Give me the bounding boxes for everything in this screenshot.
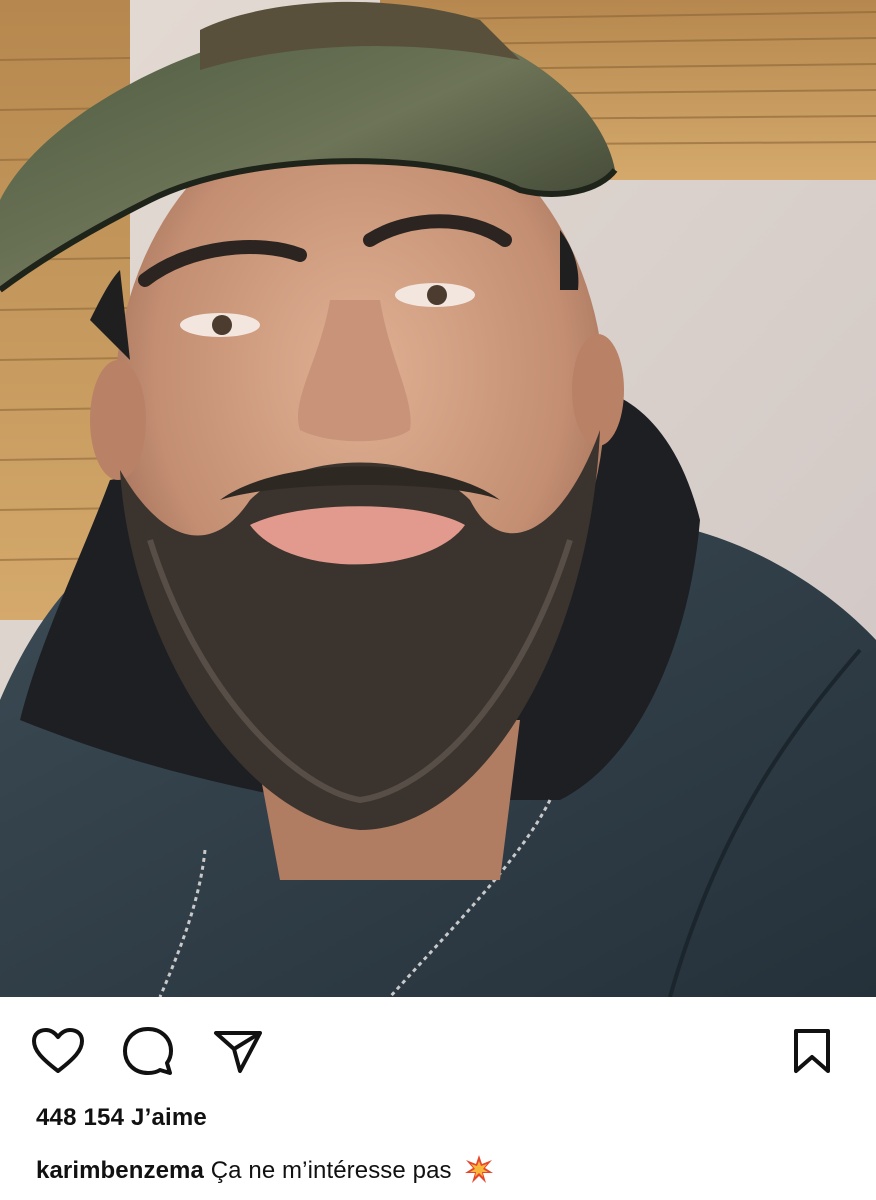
caption-text: Ça ne m’intéresse pas bbox=[210, 1157, 452, 1184]
post-photo-illustration bbox=[0, 0, 876, 997]
paper-plane-icon[interactable] bbox=[210, 1023, 266, 1079]
heart-icon-svg bbox=[32, 1028, 84, 1073]
likes-count: 448 154 bbox=[36, 1104, 125, 1131]
likes-count-line[interactable]: 448 154 J’aime bbox=[36, 1104, 207, 1132]
collision-emoji-icon bbox=[464, 1154, 494, 1191]
post-caption: karimbenzema Ça ne m’intéresse pas bbox=[36, 1154, 494, 1191]
comment-bubble-icon[interactable] bbox=[120, 1023, 176, 1079]
caption-username[interactable]: karimbenzema bbox=[36, 1157, 204, 1184]
likes-label: J’aime bbox=[131, 1104, 207, 1131]
comment-bubble-icon-svg bbox=[123, 1027, 173, 1075]
post-photo[interactable] bbox=[0, 0, 876, 997]
paper-plane-icon-svg bbox=[214, 1031, 262, 1073]
bookmark-icon[interactable] bbox=[784, 1023, 840, 1079]
bookmark-icon-svg bbox=[794, 1029, 830, 1073]
heart-icon[interactable] bbox=[30, 1023, 86, 1079]
collision-emoji-svg bbox=[465, 1155, 494, 1183]
